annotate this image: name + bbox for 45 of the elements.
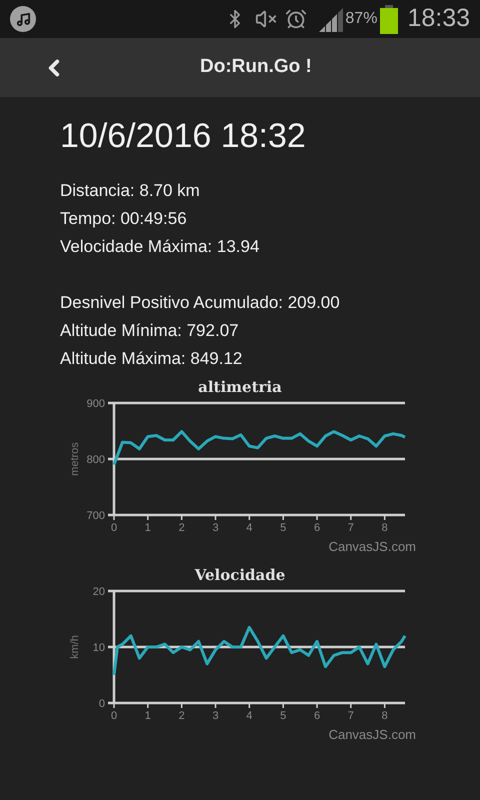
x-tick-label: 2	[178, 710, 185, 722]
y-axis-label: km/h	[69, 635, 81, 659]
alarm-clock-icon	[285, 8, 308, 30]
music-note-icon	[10, 6, 36, 32]
clock-time: 18:33	[407, 3, 470, 34]
chart-credit: CanvasJS.com	[328, 726, 417, 744]
activity-datetime: 10/6/2016 18:32	[60, 116, 307, 157]
x-tick-label: 7	[348, 710, 354, 722]
x-tick-label: 1	[144, 522, 151, 534]
battery-percent: 87%	[345, 9, 378, 29]
y-tick-label: 900	[86, 398, 105, 410]
chart-credit: CanvasJS.com	[328, 538, 417, 556]
x-tick-label: 5	[280, 522, 286, 534]
x-tick-label: 6	[314, 710, 320, 722]
y-tick-label: 800	[86, 454, 105, 466]
x-tick-label: 5	[280, 710, 286, 722]
mute-icon	[255, 8, 278, 30]
y-tick-label: 700	[86, 510, 105, 522]
x-tick-label: 4	[246, 710, 252, 722]
chart-title: Velocidade	[194, 565, 286, 585]
stat-line: Altitude Máxima: 849.12	[60, 348, 244, 370]
y-tick-label: 20	[92, 586, 105, 598]
y-axis-label: metros	[69, 442, 81, 476]
y-tick-label: 10	[92, 642, 105, 654]
x-tick-label: 6	[314, 522, 320, 534]
x-tick-label: 0	[110, 522, 118, 534]
app-title: Do:Run.Go !	[200, 55, 312, 80]
battery-icon	[380, 4, 398, 34]
stat-line: Tempo: 00:49:56	[60, 208, 188, 230]
x-tick-label: 3	[212, 710, 219, 722]
x-tick-label: 2	[178, 522, 185, 534]
x-tick-label: 8	[382, 522, 388, 534]
x-tick-label: 4	[246, 522, 252, 534]
x-tick-label: 7	[348, 522, 354, 534]
x-tick-label: 3	[212, 522, 219, 534]
stat-line: Altitude Mínima: 792.07	[60, 320, 240, 342]
x-tick-label: 0	[110, 710, 118, 722]
stat-line: Distancia: 8.70 km	[60, 180, 201, 202]
signal-icon	[317, 6, 344, 32]
x-tick-label: 1	[144, 710, 151, 722]
stat-line: Velocidade Máxima: 13.94	[60, 236, 260, 258]
x-tick-label: 8	[382, 710, 388, 722]
chart-title: altimetria	[198, 377, 282, 397]
stat-line: Desnivel Positivo Acumulado: 209.00	[60, 292, 341, 314]
y-tick-label: 0	[98, 698, 105, 710]
